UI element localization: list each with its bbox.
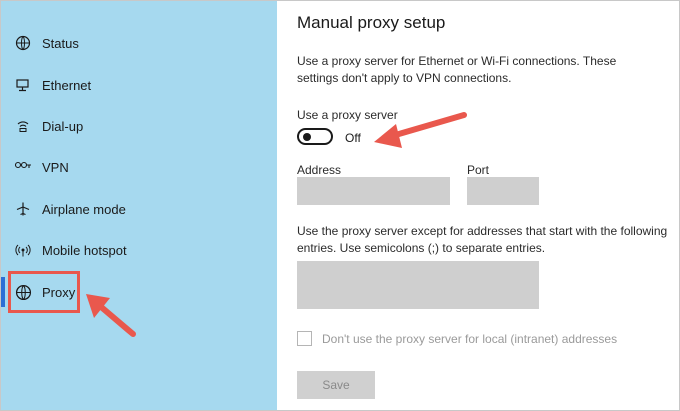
port-label: Port xyxy=(467,163,490,177)
local-addresses-checkbox-label: Don't use the proxy server for local (in… xyxy=(322,332,618,346)
sidebar-item-airplane-mode[interactable]: Airplane mode xyxy=(1,191,277,227)
sidebar-item-label: Airplane mode xyxy=(42,201,126,217)
port-field[interactable] xyxy=(467,177,539,205)
globe-status-icon xyxy=(13,33,33,53)
address-field[interactable] xyxy=(297,177,450,205)
sidebar-item-dialup[interactable]: Dial-up xyxy=(1,108,277,144)
use-proxy-toggle[interactable] xyxy=(297,128,333,145)
airplane-icon xyxy=(13,199,33,219)
dialup-icon xyxy=(13,116,33,136)
page-title: Manual proxy setup xyxy=(297,13,446,32)
sidebar: Status Ethernet Dial-up VPN Airplane mod xyxy=(1,1,277,410)
local-addresses-checkbox[interactable] xyxy=(297,331,312,346)
sidebar-item-label: Status xyxy=(42,35,79,51)
sidebar-item-mobile-hotspot[interactable]: Mobile hotspot xyxy=(1,232,277,268)
hotspot-icon xyxy=(13,240,33,260)
toggle-state-text: Off xyxy=(345,131,361,145)
vpn-icon xyxy=(13,157,33,177)
proxy-highlight-annotation xyxy=(8,271,80,313)
main-pane: Manual proxy setup Use a proxy server fo… xyxy=(277,1,679,410)
sidebar-item-label: Ethernet xyxy=(42,77,92,93)
sidebar-item-label: Dial-up xyxy=(42,118,84,134)
toggle-knob xyxy=(303,133,311,141)
sidebar-item-status[interactable]: Status xyxy=(1,25,277,61)
proxy-description: Use a proxy server for Ethernet or Wi-Fi… xyxy=(297,54,617,85)
ethernet-icon xyxy=(13,75,33,95)
settings-window: Status Ethernet Dial-up VPN Airplane mod xyxy=(0,0,680,411)
save-button[interactable]: Save xyxy=(297,371,375,399)
sidebar-item-ethernet[interactable]: Ethernet xyxy=(1,67,277,103)
address-label: Address xyxy=(297,163,342,177)
use-proxy-label: Use a proxy server xyxy=(297,108,398,122)
sidebar-item-vpn[interactable]: VPN xyxy=(1,149,277,185)
exceptions-description: Use the proxy server except for addresse… xyxy=(297,224,668,255)
sidebar-item-label: VPN xyxy=(42,159,69,175)
sidebar-item-label: Mobile hotspot xyxy=(42,242,127,258)
exceptions-field[interactable] xyxy=(297,261,539,309)
